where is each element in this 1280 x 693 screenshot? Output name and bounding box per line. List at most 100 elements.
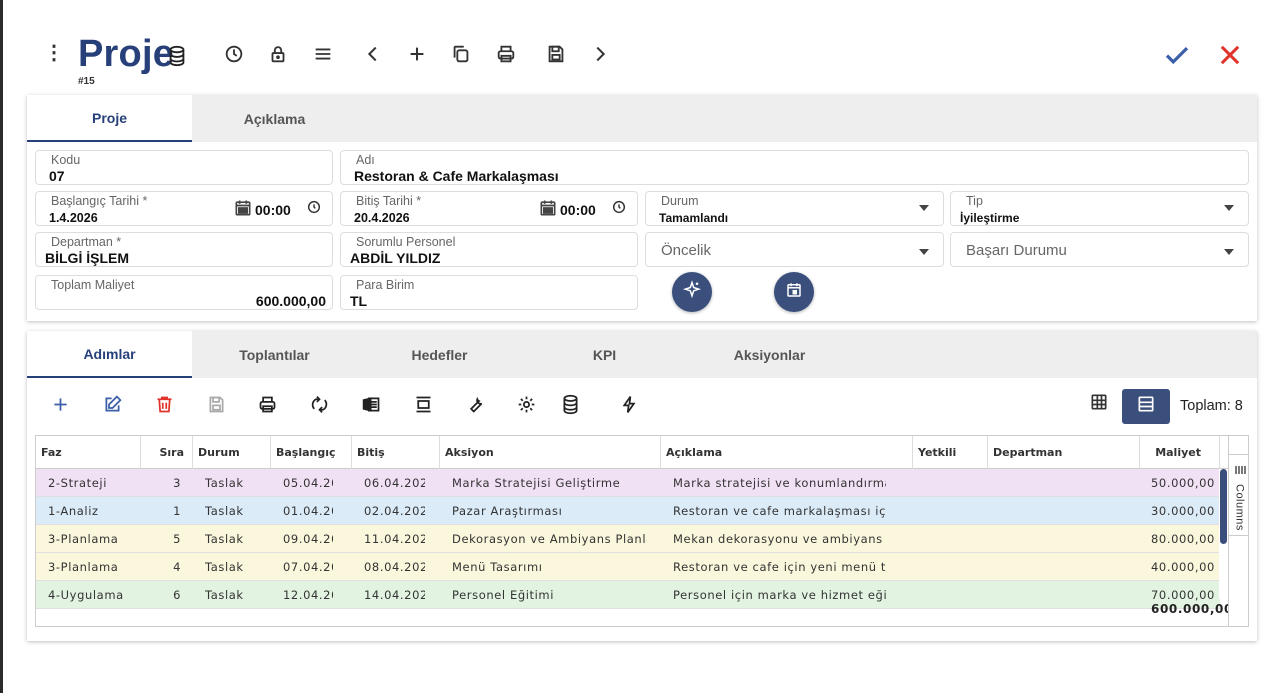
para-birim-field[interactable]: Para Birim TL [340,275,638,310]
maliyet-value: 600.000,00 [255,293,326,309]
add-icon[interactable] [404,40,430,68]
basari-placeholder: Başarı Durumu [966,242,1067,259]
bitis-value: 20.4.2026 [354,211,410,225]
steps-card: Adımlar Toplantılar Hedefler KPI Aksiyon… [27,331,1257,641]
tab-adimlar[interactable]: Adımlar [27,331,192,378]
adi-field[interactable]: Adı Restoran & Cafe Markalaşması [340,150,1249,185]
sorumlu-field[interactable]: Sorumlu Personel ABDİL YILDIZ [340,232,638,267]
cell-sira: 4 [173,560,181,574]
table-row[interactable]: 2-Strateji 3 Taslak 05.04.2026 06.04.2026 Mar… [36,469,1220,497]
calendar-button[interactable] [774,272,814,312]
cell-baslangic: 09.04.2026 [283,532,333,546]
column-header[interactable]: Durum [193,436,271,469]
basari-select[interactable]: Başarı Durumu [950,232,1249,267]
column-header[interactable]: Yetkili [913,436,988,469]
tip-select[interactable]: Tip İyileştirme [950,191,1249,226]
project-form-card: Proje Açıklama Kodu 07 Adı Restoran & Ca… [27,95,1257,321]
tab-toplantilar[interactable]: Toplantılar [192,331,357,378]
list-icon [1136,394,1156,419]
cell-aciklama: Personel için marka ve hizmet eğitimi [673,588,886,602]
baslangic-date-field[interactable]: Başlangıç Tarihi * 1.4.2026 00:00 [35,191,333,226]
chevron-down-icon [919,249,929,255]
column-header[interactable]: Faz [36,436,141,469]
column-header[interactable]: Departman [988,436,1140,469]
edit-icon[interactable] [99,391,125,417]
copy-icon[interactable] [448,40,474,68]
maliyet-field[interactable]: Toplam Maliyet 600.000,00 [35,275,333,310]
lock-icon[interactable] [265,40,291,68]
close-button[interactable] [1213,38,1247,72]
vertical-scrollbar[interactable] [1219,469,1228,599]
tab-aciklama[interactable]: Açıklama [192,95,357,142]
list-menu-icon[interactable] [310,40,336,68]
chevron-right-icon[interactable] [587,40,613,68]
cell-maliyet: 50.000,00 [1151,476,1215,490]
expand-rows-icon[interactable] [410,391,436,417]
durum-label: Durum [661,194,699,208]
chevron-left-icon[interactable] [360,40,386,68]
columns-button[interactable]: Columns [1229,454,1248,536]
column-header[interactable]: Maliyet [1140,436,1220,469]
chevron-down-icon [919,205,929,211]
baslangic-value: 1.4.2026 [49,211,98,225]
list-view-button[interactable] [1122,389,1170,424]
column-header[interactable]: Bitiş [352,436,440,469]
cell-aksiyon: Menü Tasarımı [452,560,543,574]
oncelik-select[interactable]: Öncelik [645,232,944,267]
durum-select[interactable]: Durum Tamamlandı [645,191,944,226]
refresh-icon[interactable] [306,391,332,417]
more-menu-icon[interactable]: ⋮ [44,42,64,64]
calendar-icon[interactable] [233,198,253,221]
cell-sira: 5 [173,532,181,546]
calendar-icon[interactable] [538,198,558,221]
kodu-label: Kodu [51,153,81,167]
excel-icon[interactable] [358,391,384,417]
wrench-icon[interactable] [462,391,488,417]
departman-field[interactable]: Departman * BİLGİ İŞLEM [35,232,333,267]
tab-aksiyonlar[interactable]: Aksiyonlar [687,331,852,378]
grid-icon [1089,392,1109,417]
cell-durum: Taslak [205,560,244,574]
magic-button[interactable] [672,272,712,312]
delete-icon[interactable] [151,391,177,417]
cell-bitis: 06.04.2026 [364,476,425,490]
lightning-icon[interactable] [616,391,642,417]
tab-hedefler[interactable]: Hedefler [357,331,522,378]
database-icon[interactable] [557,391,583,417]
save-row-icon[interactable] [203,391,229,417]
cell-aciklama: Mekan dekorasyonu ve ambiyans planlaması [673,532,886,546]
column-header[interactable]: Sıra [141,436,193,469]
columns-panel: Columns [1228,436,1248,626]
table-row[interactable]: 3-Planlama 4 Taslak 07.04.2026 08.04.2026 Men… [36,553,1220,581]
print-icon[interactable] [254,391,280,417]
database-icon[interactable] [164,42,190,70]
table-row[interactable]: 4-Uygulama 6 Taslak 12.04.2026 14.04.2026 Per… [36,581,1220,609]
baslangic-time[interactable]: 00:00 [255,202,291,218]
cell-yetkili [918,553,988,581]
confirm-button[interactable] [1160,38,1194,72]
gear-icon[interactable] [513,391,539,417]
table-view-button[interactable] [1083,389,1115,419]
cell-yetkili [918,525,988,553]
save-icon[interactable] [543,40,569,68]
tab-proje[interactable]: Proje [27,95,192,142]
bitis-date-field[interactable]: Bitiş Tarihi * 20.4.2026 00:00 [340,191,638,226]
clock-icon[interactable] [306,199,322,220]
column-header[interactable]: Açıklama [661,436,913,469]
kodu-field[interactable]: Kodu 07 [35,150,333,185]
clock-icon[interactable] [611,199,627,220]
column-header[interactable]: Başlangıç [271,436,352,469]
table-row[interactable]: 3-Planlama 5 Taslak 09.04.2026 11.04.2026 Dek… [36,525,1220,553]
scrollbar-thumb[interactable] [1220,469,1227,544]
cell-sira: 3 [173,476,181,490]
tab-kpi[interactable]: KPI [522,331,687,378]
print-icon[interactable] [493,40,519,68]
record-id: #15 [78,76,95,87]
add-row-icon[interactable] [47,391,73,417]
history-icon[interactable] [221,40,247,68]
column-header[interactable]: Aksiyon [440,436,661,469]
cell-durum: Taslak [205,588,244,602]
table-row[interactable]: 1-Analiz 1 Taslak 01.04.2026 02.04.2026 Pazar… [36,497,1220,525]
bitis-time[interactable]: 00:00 [560,202,596,218]
para-birim-value: TL [350,293,368,309]
